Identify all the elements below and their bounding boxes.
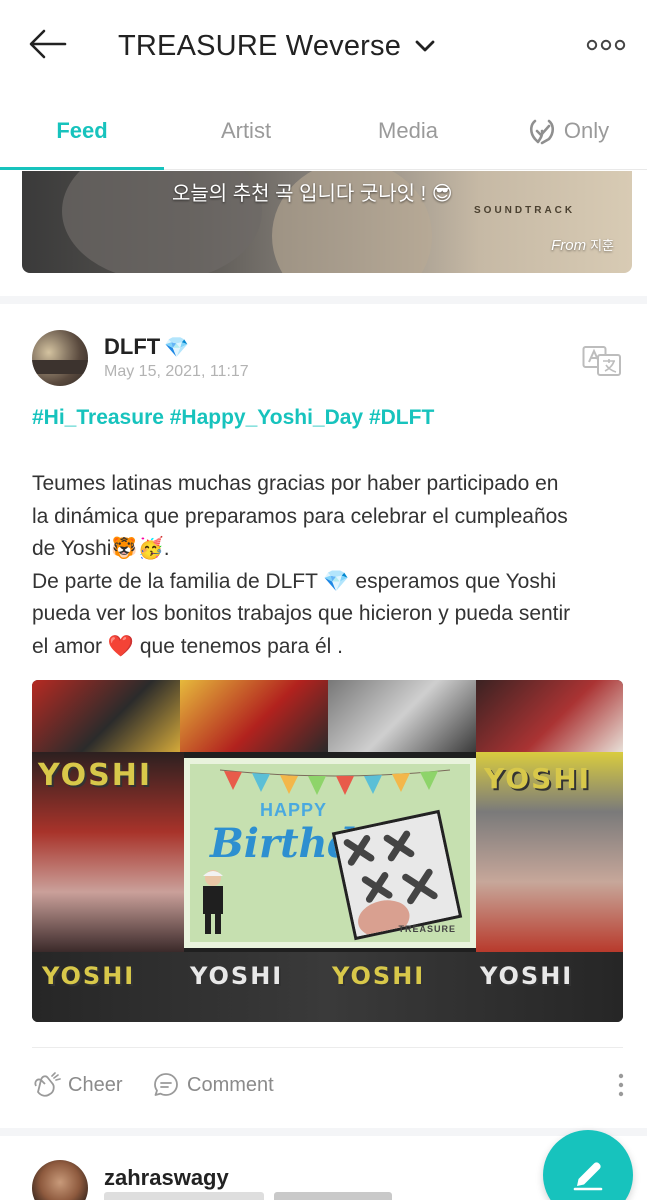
tab-label: Artist [220, 118, 272, 143]
avatar[interactable] [32, 330, 88, 386]
tab-media[interactable]: Media [328, 92, 488, 170]
community-selector[interactable]: TREASURE Weverse [118, 26, 435, 66]
comment-icon [154, 1073, 178, 1096]
post-body-line: la dinámica que preparamos para celebrar… [32, 504, 568, 528]
bunting-decoration [220, 769, 450, 795]
post-author[interactable]: zahraswagy [104, 1165, 229, 1191]
page-title: TREASURE Weverse [118, 29, 402, 62]
status-badge [274, 1192, 392, 1200]
post-body: Teumes latinas muchas gracias por haber … [32, 468, 622, 664]
more-vertical-icon [618, 1073, 624, 1097]
tab-artist[interactable]: Artist [164, 92, 328, 170]
avatar[interactable] [32, 1160, 88, 1200]
back-button[interactable] [26, 24, 70, 64]
section-divider [0, 1128, 647, 1136]
post-timestamp-placeholder [104, 1192, 264, 1200]
tab-bar: Feed Artist Media Only [0, 92, 647, 170]
post-menu-button[interactable] [608, 1068, 634, 1102]
child-figure [203, 870, 223, 934]
diamond-icon: 💎 [164, 336, 190, 359]
translate-icon [582, 346, 621, 376]
yoshi-text: YOSHI [332, 962, 426, 990]
tab-feed[interactable]: Feed [0, 92, 164, 170]
treasure-logo: TREASURE [398, 924, 456, 934]
yoshi-text: YOSHI [480, 962, 574, 990]
app-header: TREASURE Weverse [0, 0, 647, 92]
post-image[interactable]: YOSHI YOSHI YOSHI YOSHI YOSHI YOSHI HAPP… [32, 680, 623, 1022]
from-label: From 지훈 [551, 235, 614, 254]
cheer-button[interactable]: Cheer [32, 1068, 122, 1102]
more-horizontal-icon [586, 39, 626, 51]
author-name: DLFT [104, 334, 161, 359]
collage-tile [32, 680, 180, 752]
cheer-icon [34, 1072, 61, 1097]
tab-label: Only [563, 118, 610, 143]
comment-button[interactable]: Comment [153, 1068, 274, 1102]
from-text: From [551, 237, 587, 254]
divider [32, 1047, 623, 1048]
tab-label: Media [378, 118, 438, 143]
more-options-button[interactable] [585, 30, 627, 60]
from-name: 지훈 [590, 238, 614, 253]
post-body-line: de Yoshi🐯🥳. [32, 537, 170, 561]
tab-label: Feed [56, 118, 108, 143]
post-body-line: el amor ❤️ que tenemos para él . [32, 634, 343, 658]
post-timestamp: May 15, 2021, 11:17 [104, 363, 249, 380]
happy-text: HAPPY [260, 800, 328, 820]
avatar-photo-detail [32, 360, 88, 374]
pencil-icon [573, 1162, 603, 1191]
recommended-song-card[interactable]: 오늘의 추천 곡 입니다 굿나잇 ! 😎 SOUNDTRACK From 지훈 [22, 171, 632, 273]
collage-tile [180, 680, 328, 752]
birthday-card: HAPPY Birthday TREASURE [184, 758, 476, 948]
soundtrack-label: SOUNDTRACK [474, 205, 576, 216]
collage-tile [476, 680, 623, 752]
tab-only[interactable]: Only [490, 92, 647, 170]
active-tab-indicator [0, 167, 164, 170]
yoshi-text: YOSHI [484, 762, 592, 795]
yoshi-text: YOSHI [42, 962, 136, 990]
collage-tile [328, 680, 476, 752]
section-divider [0, 296, 647, 304]
write-post-button[interactable] [543, 1130, 633, 1200]
post-body-line: De parte de la familia de DLFT 💎 esperam… [32, 569, 557, 593]
cheer-label: Cheer [68, 1073, 123, 1096]
yoshi-text: YOSHI [38, 758, 153, 793]
post-author[interactable]: DLFT 💎 [104, 334, 189, 360]
post-body-line: Teumes latinas muchas gracias por haber … [32, 472, 559, 495]
card-caption: 오늘의 추천 곡 입니다 굿나잇 ! 😎 [172, 183, 453, 205]
chevron-down-icon [415, 40, 435, 52]
post-hashtags[interactable]: #Hi_Treasure #Happy_Yoshi_Day #DLFT [32, 406, 434, 430]
arrow-left-icon [29, 29, 67, 59]
photo-frame [331, 809, 463, 941]
translate-button[interactable] [580, 343, 624, 379]
yoshi-text: YOSHI [190, 962, 284, 990]
weverse-only-icon [529, 119, 554, 145]
comment-label: Comment [187, 1073, 274, 1096]
post-body-line: pueda ver los bonitos trabajos que hicie… [32, 602, 571, 626]
